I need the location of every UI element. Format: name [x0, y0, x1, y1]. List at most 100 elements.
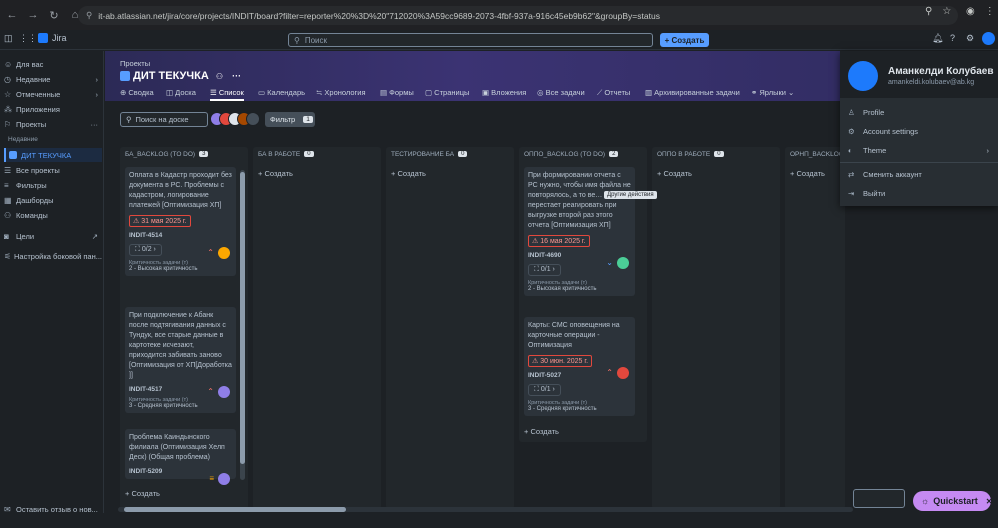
criticality-value: 2 - Высокая критичность	[129, 266, 198, 272]
sidebar-item-projects[interactable]: ⚐ Проекты ···	[4, 117, 102, 131]
issue-card[interactable]: При подключение к Абанк после подтягиван…	[125, 307, 236, 413]
tab-timeline[interactable]: ≒ Хронология	[316, 88, 366, 97]
tab-pages[interactable]: ▢ Страницы	[425, 88, 469, 97]
board-search-placeholder: Поиск на доске	[135, 115, 189, 124]
column-count-badge: 2	[609, 151, 619, 157]
create-issue-button[interactable]: + Создать	[657, 169, 692, 178]
feedback-icon: ✉	[4, 504, 11, 514]
site-info-icon[interactable]: ⚲	[86, 10, 92, 21]
back-icon[interactable]: ←	[3, 6, 21, 24]
sidebar-item-recent[interactable]: ◷ Недавние ›	[4, 72, 102, 86]
issue-key[interactable]: INDIT-5027	[528, 372, 631, 379]
assignee-avatar[interactable]	[218, 473, 230, 485]
avatar[interactable]	[246, 112, 260, 126]
issue-card[interactable]: Проблема Каиндынского филиала (Оптимизац…	[125, 429, 236, 485]
help-icon[interactable]: ?	[950, 33, 955, 43]
issue-card[interactable]: Оплата в Кадастр проходит без документа …	[125, 167, 236, 276]
issue-card[interactable]: Карты: СМС оповещения на карточные опера…	[524, 317, 635, 416]
sidebar-item-for-you[interactable]: ☺ Для вас	[4, 57, 102, 71]
board-column: БА В РАБОТЕ 0 + Создать	[253, 147, 381, 509]
tab-label: Отчеты	[604, 88, 631, 97]
more-icon[interactable]: ···	[91, 120, 99, 129]
column-scrollbar-thumb[interactable]	[240, 172, 245, 464]
create-issue-button[interactable]: + Создать	[125, 489, 160, 498]
tab-forms[interactable]: ▤ Формы	[380, 88, 414, 97]
tab-summary[interactable]: ⊕ Сводка	[120, 88, 154, 97]
sidebar-item-starred[interactable]: ☆ Отмеченные ›	[4, 87, 102, 101]
app-switcher-icon[interactable]: ⋮⋮	[19, 33, 37, 44]
chevron-right-icon: ›	[550, 386, 555, 393]
pages-icon: ▢	[425, 88, 435, 97]
sidebar-toggle-icon[interactable]: ◫	[4, 33, 13, 44]
menu-item-account-settings[interactable]: ⚙ Account settings	[848, 124, 993, 138]
sidebar-item-filters[interactable]: ≡ Фильтры	[4, 178, 102, 192]
sidebar-item-apps[interactable]: ⁂ Приложения	[4, 102, 102, 116]
issue-key[interactable]: INDIT-4517	[129, 386, 232, 393]
assignee-avatar[interactable]	[617, 367, 629, 379]
tab-archived[interactable]: ▥ Архивированные задачи	[645, 88, 740, 97]
menu-item-logout[interactable]: ⇥ Выйти	[848, 186, 993, 200]
assignee-avatar[interactable]	[218, 247, 230, 259]
jira-logo[interactable]: Jira	[38, 33, 67, 43]
sidebar-item-active-project[interactable]: ДИТ ТЕКУЧКА	[4, 148, 102, 162]
browser-account-icon[interactable]: ◉	[966, 6, 975, 17]
tab-shortcuts[interactable]: ⚭ Ярлыки ⌄	[751, 88, 794, 97]
tab-all-tasks[interactable]: ◎ Все задачи	[537, 88, 585, 97]
create-issue-button[interactable]: + Создать	[524, 427, 559, 436]
subtasks-button[interactable]: ⛶ 0/2 ›	[129, 244, 162, 256]
reload-icon[interactable]: ↻	[45, 6, 63, 24]
browser-menu-icon[interactable]: ⋮	[985, 6, 995, 17]
more-actions-icon[interactable]: ···	[232, 71, 241, 81]
sidebar-item-dashboards[interactable]: ▦ Дашборды	[4, 193, 102, 207]
issue-card[interactable]: При формировании отчета с РС нужно, чтоб…	[524, 167, 635, 296]
create-button[interactable]: + Создать	[660, 33, 709, 47]
create-issue-button[interactable]: + Создать	[391, 169, 426, 178]
notifications-icon[interactable]: 🔔︎	[932, 33, 943, 44]
tab-calendar[interactable]: ▭ Календарь	[258, 88, 305, 97]
priority-low-icon: ⌄	[606, 258, 613, 267]
zoom-icon[interactable]: ⚲	[925, 6, 932, 17]
assignee-avatar[interactable]	[218, 386, 230, 398]
sidebar-item-teams[interactable]: ⚇ Команды	[4, 208, 102, 222]
close-icon[interactable]: ✕	[986, 497, 993, 506]
settings-icon[interactable]: ⚙	[966, 33, 974, 44]
sidebar-item-customize[interactable]: ⚟ Настройка боковой пан...	[4, 249, 102, 263]
team-icon[interactable]: ⚇	[216, 72, 223, 81]
sidebar-item-all-projects[interactable]: ☰ Все проекты	[4, 163, 102, 177]
menu-item-switch-account[interactable]: ⇄ Сменить аккаунт	[848, 167, 993, 181]
profile-email: amankeldi.kolubaev@ab.kg	[888, 79, 975, 86]
create-issue-button[interactable]: + Создать	[258, 169, 293, 178]
subtasks-button[interactable]: ⛶ 0/1 ›	[528, 384, 561, 396]
global-search-input[interactable]: ⚲ Поиск	[288, 33, 653, 47]
menu-item-theme[interactable]: ◐ Theme ›	[848, 143, 993, 157]
tab-attachments[interactable]: ▣ Вложения	[482, 88, 526, 97]
issue-key[interactable]: INDIT-5209	[129, 468, 232, 475]
due-date-text: 30 июн. 2025 г.	[540, 358, 589, 365]
tab-reports[interactable]: ⟋ Отчеты	[597, 88, 630, 98]
board-scrollbar-thumb[interactable]	[124, 507, 346, 512]
quickstart-button[interactable]: ☼ Quickstart ✕	[913, 491, 993, 511]
create-issue-button[interactable]: + Создать	[790, 169, 825, 178]
tab-list[interactable]: ☰ Список	[210, 88, 244, 101]
subtasks-button[interactable]: ⛶ 0/1 ›	[528, 264, 561, 276]
switch-account-icon: ⇄	[848, 169, 855, 179]
sidebar-item-label: Для вас	[16, 59, 44, 69]
board-search-input[interactable]: ⚲ Поиск на доске	[120, 112, 208, 127]
issue-key[interactable]: INDIT-4514	[129, 232, 232, 239]
board-minimap[interactable]	[853, 489, 905, 508]
bookmark-star-icon[interactable]: ☆	[942, 6, 951, 17]
assignee-avatar[interactable]	[617, 257, 629, 269]
issue-key[interactable]: INDIT-4690	[528, 252, 631, 259]
filter-button[interactable]: Фильтр 1	[265, 112, 315, 127]
tab-board[interactable]: ◫ Доска	[166, 88, 196, 97]
column-header: ОППО В РАБОТЕ 0	[652, 147, 780, 161]
subtask-count: 0/2	[141, 246, 152, 253]
address-bar[interactable]: ⚲ it-ab.atlassian.net/jira/core/projects…	[78, 6, 958, 25]
breadcrumb[interactable]: Проекты	[120, 59, 150, 68]
due-date-badge: ⚠ 31 мая 2025 г.	[129, 215, 191, 227]
sidebar-item-goals[interactable]: ◙ Цели ↗	[4, 229, 102, 243]
sidebar-feedback[interactable]: ✉ Оставить отзыв о нов...	[4, 502, 102, 516]
user-avatar[interactable]	[982, 32, 995, 45]
menu-item-profile[interactable]: ♙ Profile	[848, 105, 993, 119]
forward-icon[interactable]: →	[24, 6, 42, 24]
